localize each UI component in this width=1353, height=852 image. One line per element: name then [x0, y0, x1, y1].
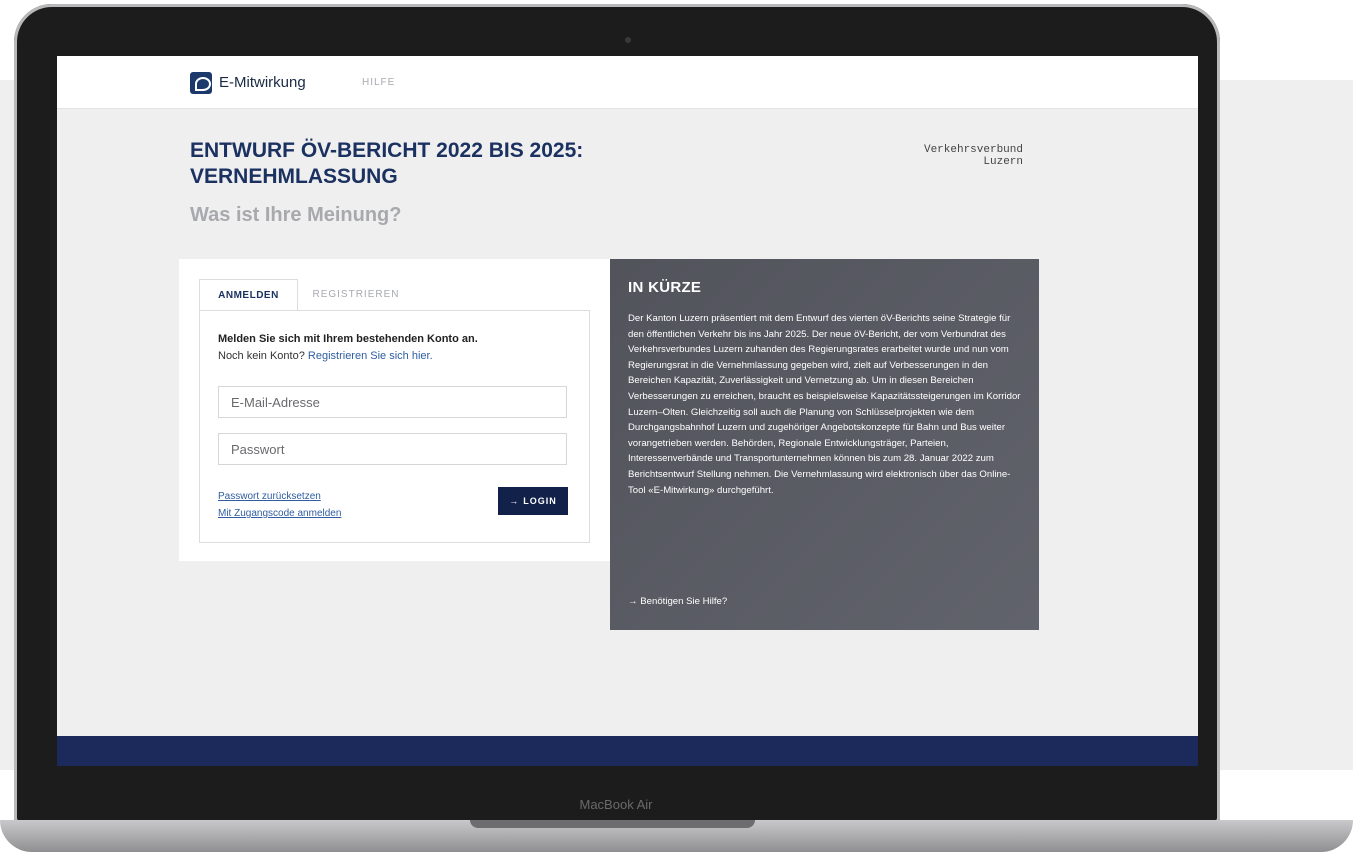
camera-icon	[625, 37, 631, 43]
page-subtitle: Was ist Ihre Meinung?	[190, 204, 402, 226]
login-button[interactable]: → LOGIN	[498, 487, 568, 515]
login-panel: Melden Sie sich mit Ihrem bestehenden Ko…	[199, 310, 590, 543]
register-prompt: Noch kein Konto? Registrieren Sie sich h…	[218, 350, 433, 362]
partner-logo: Verkehrsverbund Luzern	[887, 144, 1023, 168]
e-mitwirkung-logo-icon[interactable]	[190, 72, 212, 94]
email-field[interactable]	[218, 386, 567, 418]
help-link[interactable]: → Benötigen Sie Hilfe?	[628, 596, 727, 607]
page-title: ENTWURF ÖV-BERICHT 2022 BIS 2025: VERNEH…	[190, 139, 584, 188]
password-field[interactable]	[218, 433, 567, 465]
register-link[interactable]: Registrieren Sie sich hier.	[308, 350, 433, 362]
device-label: MacBook Air	[579, 797, 653, 812]
no-account-text: Noch kein Konto?	[218, 350, 305, 362]
laptop-notch	[470, 820, 755, 828]
arrow-right-icon: →	[509, 496, 520, 506]
access-code-link[interactable]: Mit Zugangscode anmelden	[218, 508, 341, 519]
laptop-frame: E-Mitwirkung HILFE ENTWURF ÖV-BERICHT 20…	[14, 4, 1220, 824]
reset-password-link[interactable]: Passwort zurücksetzen	[218, 491, 321, 502]
login-intro: Melden Sie sich mit Ihrem bestehenden Ko…	[218, 333, 478, 345]
top-navbar: E-Mitwirkung HILFE	[57, 56, 1198, 109]
footer-band	[57, 736, 1198, 766]
info-panel: IN KÜRZE Der Kanton Luzern präsentiert m…	[610, 259, 1039, 630]
login-button-label: LOGIN	[523, 496, 557, 506]
login-card: ANMELDEN REGISTRIEREN Melden Sie sich mi…	[179, 259, 610, 561]
partner-logo-line2: Luzern	[983, 156, 1023, 168]
tab-register[interactable]: REGISTRIEREN	[297, 279, 415, 310]
browser-screen: E-Mitwirkung HILFE ENTWURF ÖV-BERICHT 20…	[57, 56, 1198, 766]
partner-logo-line1: Verkehrsverbund	[923, 144, 1023, 156]
info-text: Der Kanton Luzern präsentiert mit dem En…	[628, 313, 1021, 496]
nav-help-link[interactable]: HILFE	[362, 77, 395, 88]
brand-name[interactable]: E-Mitwirkung	[219, 74, 306, 91]
info-title: IN KÜRZE	[628, 279, 702, 296]
tab-login[interactable]: ANMELDEN	[199, 279, 298, 311]
